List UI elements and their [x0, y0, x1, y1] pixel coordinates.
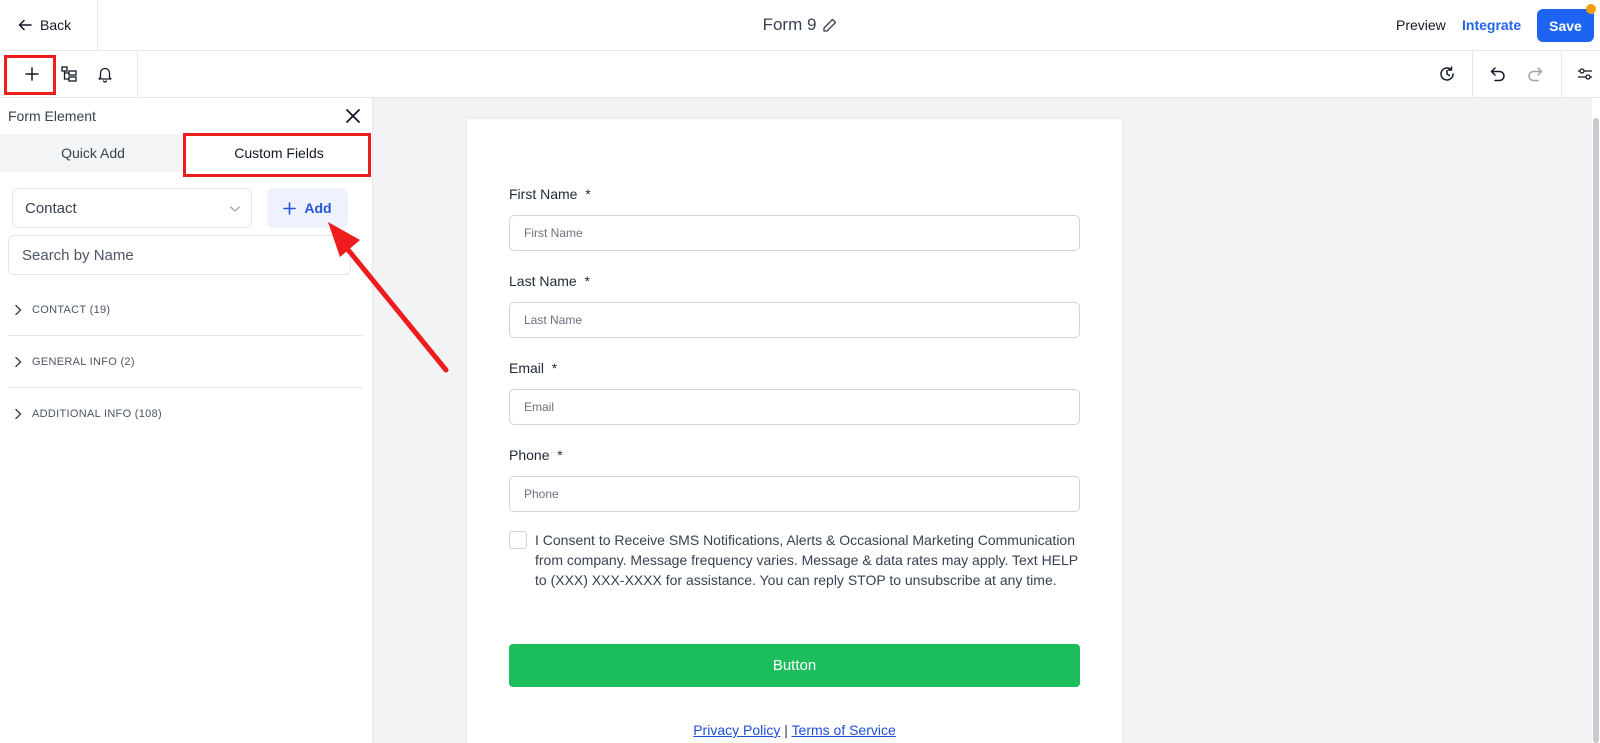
phone-label: Phone *	[509, 447, 563, 463]
panel-title: Form Element	[8, 108, 96, 124]
group-general-info[interactable]: GENERAL INFO (2)	[8, 336, 363, 388]
chevron-down-icon	[229, 206, 241, 212]
group-label: GENERAL INFO (2)	[32, 355, 135, 368]
close-icon[interactable]	[343, 106, 363, 126]
form-canvas: First Name * Last Name * Email * Phone *…	[467, 119, 1122, 743]
add-label: Add	[304, 200, 332, 216]
consent-text: I Consent to Receive SMS Notifications, …	[535, 532, 1078, 588]
layers-button[interactable]	[55, 60, 83, 88]
undo-button[interactable]	[1484, 60, 1512, 88]
object-select[interactable]: Contact	[12, 188, 252, 228]
footer-links: Privacy Policy | Terms of Service	[467, 722, 1122, 738]
form-element-panel: Form Element Quick Add Custom Fields Con…	[0, 98, 373, 743]
highlight-box-add-element	[4, 55, 56, 95]
group-additional-info[interactable]: ADDITIONAL INFO (108)	[8, 388, 363, 440]
toolbar-divider	[1472, 51, 1473, 97]
integrate-link[interactable]: Integrate	[1462, 17, 1521, 33]
settings-sliders-icon	[1578, 68, 1592, 80]
undo-icon	[1490, 67, 1505, 82]
object-select-value: Contact	[25, 199, 77, 217]
back-label: Back	[40, 17, 72, 33]
email-field[interactable]	[509, 389, 1080, 425]
scrollbar-thumb[interactable]	[1593, 118, 1599, 743]
chevron-right-icon	[15, 356, 22, 367]
preview-link[interactable]: Preview	[1396, 17, 1446, 33]
history-icon	[1440, 66, 1454, 81]
save-button[interactable]: Save	[1537, 9, 1594, 42]
first-name-label: First Name *	[509, 186, 591, 202]
search-input[interactable]	[8, 235, 351, 275]
settings-button[interactable]	[1571, 60, 1599, 88]
submit-button[interactable]: Button	[509, 644, 1080, 687]
plus-icon	[283, 201, 297, 215]
layout-icon	[61, 66, 77, 82]
arrow-left-icon	[18, 19, 32, 31]
group-contact[interactable]: CONTACT (19)	[8, 284, 363, 336]
toolbar-divider	[1561, 51, 1562, 97]
top-header: Back Form 9 Preview Integrate Save	[0, 0, 1600, 51]
link-separator: |	[784, 722, 788, 738]
toolbar-divider	[137, 51, 138, 97]
highlight-box-custom-fields	[183, 133, 371, 177]
unsaved-indicator	[1586, 4, 1596, 14]
chevron-right-icon	[15, 304, 22, 315]
tab-quick-add[interactable]: Quick Add	[0, 134, 186, 172]
terms-of-service-link[interactable]: Terms of Service	[792, 722, 896, 738]
group-label: ADDITIONAL INFO (108)	[32, 408, 162, 420]
consent-checkbox[interactable]	[509, 531, 527, 549]
redo-icon	[1528, 67, 1543, 82]
bell-icon	[98, 67, 112, 83]
form-title-wrap: Form 9	[0, 15, 1600, 35]
group-label: CONTACT (19)	[32, 303, 111, 316]
email-label: Email *	[509, 360, 558, 376]
privacy-policy-link[interactable]: Privacy Policy	[693, 722, 780, 738]
canvas-scrollbar[interactable]	[1592, 98, 1600, 743]
notifications-button[interactable]	[91, 60, 119, 88]
redo-button[interactable]	[1521, 60, 1549, 88]
last-name-label: Last Name *	[509, 273, 590, 289]
form-title: Form 9	[762, 15, 817, 34]
phone-field[interactable]	[509, 476, 1080, 512]
add-custom-field-button[interactable]: Add	[267, 188, 348, 228]
back-button[interactable]: Back	[0, 0, 98, 50]
chevron-right-icon	[15, 408, 22, 420]
builder-toolbar	[0, 51, 1600, 98]
first-name-field[interactable]	[509, 215, 1080, 251]
pencil-icon[interactable]	[822, 18, 837, 33]
last-name-field[interactable]	[509, 302, 1080, 338]
history-button[interactable]	[1433, 60, 1461, 88]
